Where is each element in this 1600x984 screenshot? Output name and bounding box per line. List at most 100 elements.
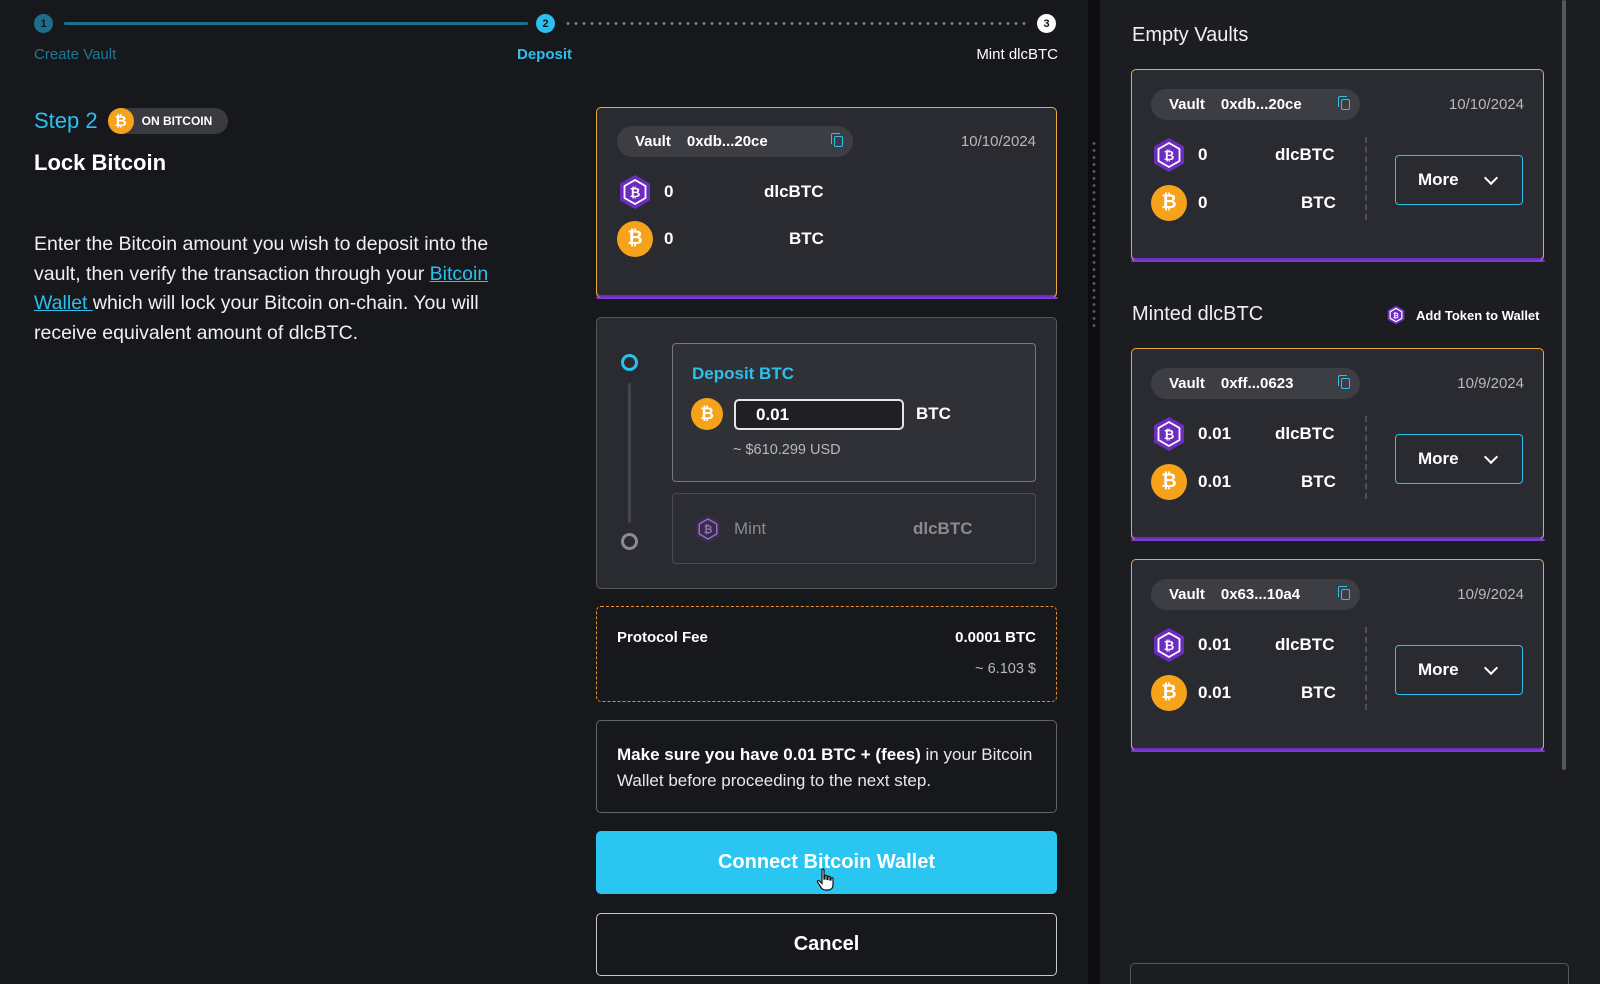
btc-balance-row: ₿ 0.01 BTC <box>1151 675 1336 711</box>
step-1-indicator: 1 <box>34 14 53 33</box>
step-progress-line <box>64 22 528 25</box>
step-pending-line <box>564 22 1030 25</box>
step-2-indicator: 2 <box>536 14 555 33</box>
btc-token: BTC <box>1301 193 1336 212</box>
dlcbtc-icon: ₿ <box>1154 628 1184 662</box>
fee-value: 0.0001 BTC <box>955 629 1036 646</box>
step-radio-inactive <box>621 533 638 550</box>
divider <box>1365 416 1367 499</box>
btc-token: BTC <box>1301 683 1336 702</box>
chevron-down-icon <box>1483 660 1499 676</box>
fee-label: Protocol Fee <box>617 629 708 646</box>
partial-vault-card <box>1130 963 1569 984</box>
vault-date: 10/9/2024 <box>1457 586 1524 603</box>
current-vault-card: Vault 0xdb...20ce 10/10/2024 ₿ 0 dlcBTC … <box>595 107 1058 299</box>
fee-usd: ~ 6.103 $ <box>975 661 1036 677</box>
svg-text:₿: ₿ <box>1164 148 1175 163</box>
sidebar-scrollbar[interactable] <box>1562 0 1566 770</box>
dlc-amount: 0.01 <box>1198 424 1232 443</box>
cancel-button[interactable]: Cancel <box>596 913 1057 976</box>
svg-text:₿: ₿ <box>630 185 641 200</box>
main-panel: 1 2 3 Create Vault Deposit Mint dlcBTC S… <box>0 0 1088 984</box>
add-token-to-wallet-button[interactable]: ₿ Add Token to Wallet <box>1386 305 1540 325</box>
empty-vaults-title: Empty Vaults <box>1132 24 1249 46</box>
bitcoin-icon: ₿ <box>617 221 653 257</box>
deposit-flow-panel: Deposit BTC ₿ BTC ~ $610.299 USD ₿ Mint … <box>596 317 1057 589</box>
vault-address-pill: Vault 0xdb...20ce <box>617 126 853 157</box>
protocol-fee-box: Protocol Fee 0.0001 BTC ~ 6.103 $ <box>596 606 1057 702</box>
more-button[interactable]: More <box>1395 155 1523 205</box>
description-text-1: Enter the Bitcoin amount you wish to dep… <box>34 233 489 285</box>
mint-label: Mint <box>734 519 767 538</box>
copy-icon[interactable] <box>1338 96 1350 110</box>
network-chip-label: ON BITCOIN <box>141 114 213 128</box>
dlc-token: dlcBTC <box>1275 635 1335 654</box>
dlc-balance-row: ₿ 0 dlcBTC <box>617 174 824 210</box>
bitcoin-icon: ₿ <box>691 398 723 430</box>
balance-notice: Make sure you have 0.01 BTC + (fees) in … <box>596 720 1057 813</box>
step-header: Step 2 ₿ ON BITCOIN <box>34 108 229 134</box>
vault-address: 0xdb...20ce <box>686 133 768 150</box>
vault-label: Vault <box>1169 375 1205 392</box>
step-connector <box>628 383 631 523</box>
btc-amount: 0.01 <box>1198 472 1232 491</box>
svg-text:₿: ₿ <box>1164 638 1175 653</box>
more-label: More <box>1418 170 1459 189</box>
vault-address-pill: Vault 0x63...10a4 <box>1151 579 1360 610</box>
more-button[interactable]: More <box>1395 434 1523 484</box>
vault-address: 0x63...10a4 <box>1220 586 1301 603</box>
step-2-label: Deposit <box>517 46 573 63</box>
mint-token: dlcBTC <box>913 519 973 538</box>
dlc-amount: 0 <box>664 182 674 201</box>
vault-date: 10/10/2024 <box>1448 96 1524 113</box>
dlc-token: dlcBTC <box>1275 145 1335 164</box>
dlc-amount: 0.01 <box>1198 635 1232 654</box>
step-3-label: Mint dlcBTC <box>976 46 1058 63</box>
hand-cursor-icon <box>816 868 834 891</box>
dlcbtc-icon: ₿ <box>620 175 650 209</box>
dlc-balance-row: ₿ 0.01 dlcBTC <box>1151 627 1335 663</box>
vault-label: Vault <box>1169 96 1205 113</box>
svg-text:₿: ₿ <box>704 524 713 536</box>
notice-bold: Make sure you have 0.01 BTC + (fees) <box>617 745 921 764</box>
svg-text:₿: ₿ <box>1164 427 1175 442</box>
divider <box>1365 627 1367 710</box>
vault-date: 10/9/2024 <box>1457 375 1524 392</box>
vault-date: 10/10/2024 <box>960 133 1036 150</box>
step-1-label: Create Vault <box>34 46 117 63</box>
dlc-balance-row: ₿ 0.01 dlcBTC <box>1151 416 1335 452</box>
progress-stepper: 1 2 3 Create Vault Deposit Mint dlcBTC <box>34 14 1058 64</box>
vault-card: Vault 0x63...10a4 10/9/2024 ₿ 0.01 dlcBT… <box>1130 559 1545 752</box>
dlcbtc-icon: ₿ <box>1154 417 1184 451</box>
bitcoin-icon: ₿ <box>1151 675 1187 711</box>
dlcbtc-icon: ₿ <box>1154 138 1184 172</box>
bitcoin-icon: ₿ <box>1151 185 1187 221</box>
btc-token: BTC <box>1301 472 1336 491</box>
copy-icon[interactable] <box>1338 375 1350 389</box>
dlc-amount: 0 <box>1198 145 1208 164</box>
step-number: Step 2 <box>34 108 98 133</box>
vault-address-pill: Vault 0xdb...20ce <box>1151 89 1360 120</box>
divider <box>1365 137 1367 220</box>
description: Enter the Bitcoin amount you wish to dep… <box>34 230 504 348</box>
copy-icon[interactable] <box>831 133 843 147</box>
more-button[interactable]: More <box>1395 645 1523 695</box>
btc-balance-row: ₿ 0 BTC <box>1151 185 1336 221</box>
btc-amount: 0 <box>664 229 674 248</box>
add-token-label: Add Token to Wallet <box>1416 307 1540 323</box>
more-label: More <box>1418 449 1459 468</box>
dlc-token: dlcBTC <box>764 182 824 201</box>
deposit-amount-input[interactable] <box>734 399 904 430</box>
btc-balance-row: ₿ 0 BTC <box>617 221 824 257</box>
description-text-2: which will lock your Bitcoin on-chain. Y… <box>34 292 479 344</box>
dlc-token: dlcBTC <box>1275 424 1335 443</box>
vault-address-pill: Vault 0xff...0623 <box>1151 368 1360 399</box>
vault-card: Vault 0xdb...20ce 10/10/2024 ₿ 0 dlcBTC … <box>1130 69 1545 262</box>
copy-icon[interactable] <box>1338 586 1350 600</box>
deposit-unit: BTC <box>916 404 951 423</box>
bitcoin-icon: ₿ <box>107 108 134 134</box>
chevron-down-icon <box>1483 170 1499 186</box>
page-title: Lock Bitcoin <box>34 150 167 175</box>
mint-box: ₿ Mint dlcBTC <box>672 493 1036 564</box>
dlcbtc-icon: ₿ <box>695 514 721 544</box>
